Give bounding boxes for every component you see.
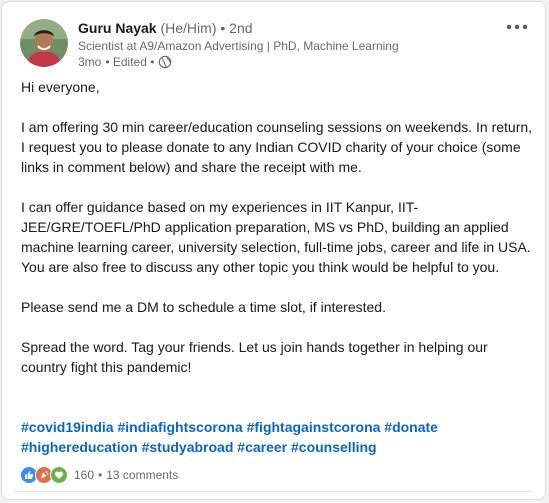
post-paragraph: Spread the word. Tag your friends. Let u… (21, 339, 488, 375)
avatar-photo (20, 19, 68, 67)
social-counts: 160 • 13 comments (20, 466, 178, 484)
hashtag-link[interactable]: #fightagainstcorona (247, 419, 381, 435)
author-pronouns: (He/Him) (160, 20, 217, 36)
hashtag-link[interactable]: #covid19india (21, 419, 114, 435)
divider (14, 491, 533, 492)
post-meta: 3mo • Edited • (78, 55, 172, 69)
globe-icon (159, 55, 172, 69)
support-icon (50, 466, 68, 484)
reaction-count[interactable]: 160 (74, 468, 94, 482)
hashtag-link[interactable]: #donate (384, 419, 438, 435)
ellipsis-icon (506, 24, 528, 30)
comments-count[interactable]: 13 comments (106, 468, 178, 482)
post-paragraph: I am offering 30 min career/education co… (21, 119, 533, 175)
hashtag-link[interactable]: #career (237, 439, 287, 455)
author-name[interactable]: Guru Nayak (78, 20, 157, 36)
post-paragraph: Hi everyone, (21, 79, 100, 95)
hashtag-list: #covid19india #indiafightscorona #fighta… (21, 417, 536, 457)
post-card: Guru Nayak (He/Him) • 2nd Scientist at A… (1, 1, 546, 500)
hashtag-link[interactable]: #studyabroad (142, 439, 234, 455)
post-paragraph: I can offer guidance based on my experie… (21, 199, 531, 275)
reaction-icons[interactable] (20, 466, 68, 484)
hashtag-link[interactable]: #counselling (291, 439, 377, 455)
edited-label: • Edited • (105, 55, 155, 69)
hashtag-link[interactable]: #highereducation (21, 439, 138, 455)
separator: • (98, 468, 103, 482)
connection-degree: • 2nd (220, 20, 253, 36)
post-paragraph: Please send me a DM to schedule a time s… (21, 299, 386, 315)
author-avatar[interactable] (20, 19, 68, 67)
hashtag-link[interactable]: #indiafightscorona (117, 419, 242, 435)
more-options-button[interactable] (503, 16, 531, 38)
author-line: Guru Nayak (He/Him) • 2nd (78, 20, 253, 36)
author-headline: Scientist at A9/Amazon Advertising | PhD… (78, 39, 399, 53)
post-body: Hi everyone, I am offering 30 min career… (21, 77, 536, 397)
post-time[interactable]: 3mo (78, 55, 101, 69)
